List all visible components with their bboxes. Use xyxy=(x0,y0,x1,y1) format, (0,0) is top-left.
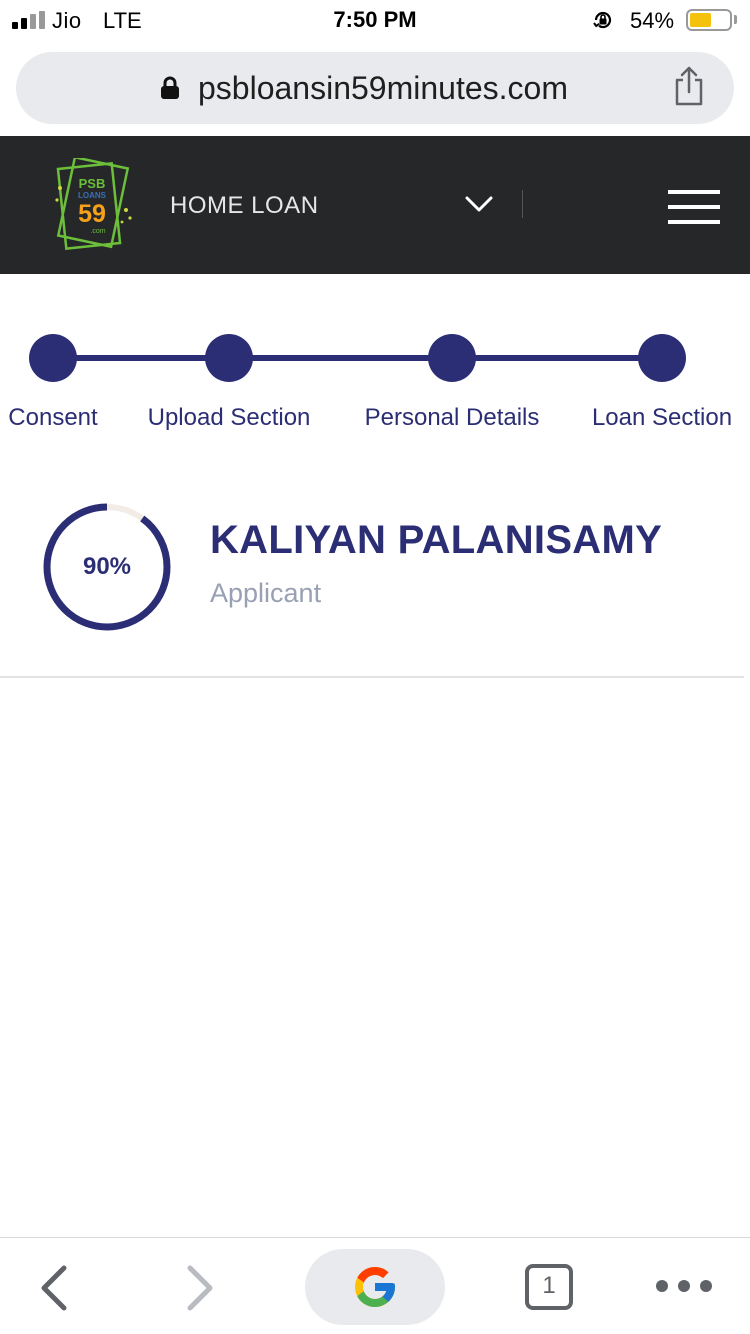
section-divider xyxy=(0,676,744,678)
share-icon[interactable] xyxy=(672,66,706,106)
logo-text-suffix: .com xyxy=(90,228,105,235)
step-dot-loan-section[interactable] xyxy=(638,334,686,382)
browser-toolbar: 1 xyxy=(0,1237,750,1334)
tabs-icon[interactable]: 1 xyxy=(525,1264,573,1310)
site-header: PSB LOANS 59 .com HOME LOAN xyxy=(0,136,750,274)
step-dot-consent[interactable] xyxy=(29,334,77,382)
step-dot-personal-details[interactable] xyxy=(428,334,476,382)
more-icon[interactable] xyxy=(654,1276,714,1296)
applicant-name: KALIYAN PALANISAMY xyxy=(210,518,663,562)
tab-count: 1 xyxy=(542,1272,556,1299)
step-label-consent[interactable]: Consent xyxy=(8,404,97,432)
battery-fill xyxy=(690,13,711,27)
chevron-down-icon[interactable] xyxy=(464,194,494,214)
lock-icon xyxy=(161,76,179,99)
hamburger-menu-icon[interactable] xyxy=(668,188,722,228)
battery-icon xyxy=(686,9,732,31)
battery-percent: 54% xyxy=(630,8,675,33)
logo-text-loans: LOANS xyxy=(78,191,107,200)
step-label-personal-details[interactable]: Personal Details xyxy=(365,404,540,432)
back-icon[interactable] xyxy=(36,1264,70,1312)
google-search-button[interactable] xyxy=(305,1249,445,1325)
rotation-lock-icon xyxy=(593,11,612,29)
address-bar[interactable]: psbloansin59minutes.com xyxy=(16,52,734,124)
forward-icon[interactable] xyxy=(184,1264,218,1312)
step-dot-upload-section[interactable] xyxy=(205,334,253,382)
google-icon xyxy=(355,1267,395,1307)
applicant-role: Applicant xyxy=(210,578,322,608)
logo-text-psb: PSB xyxy=(79,176,106,191)
header-divider xyxy=(522,190,523,218)
application-stepper: Consent Upload Section Personal Details … xyxy=(0,330,750,440)
step-label-upload-section[interactable]: Upload Section xyxy=(148,404,311,432)
url-text[interactable]: psbloansin59minutes.com xyxy=(198,70,568,107)
step-label-loan-section[interactable]: Loan Section xyxy=(592,404,732,432)
status-bar: Jio LTE 7:50 PM 54% xyxy=(0,0,750,40)
stepper-line xyxy=(452,355,662,361)
progress-percent: 90% xyxy=(82,553,132,580)
logo-text-number: 59 xyxy=(78,200,106,228)
battery-tip xyxy=(734,15,737,24)
psb-loans-logo[interactable]: PSB LOANS 59 .com xyxy=(52,158,136,250)
product-selector-label[interactable]: HOME LOAN xyxy=(170,192,319,220)
